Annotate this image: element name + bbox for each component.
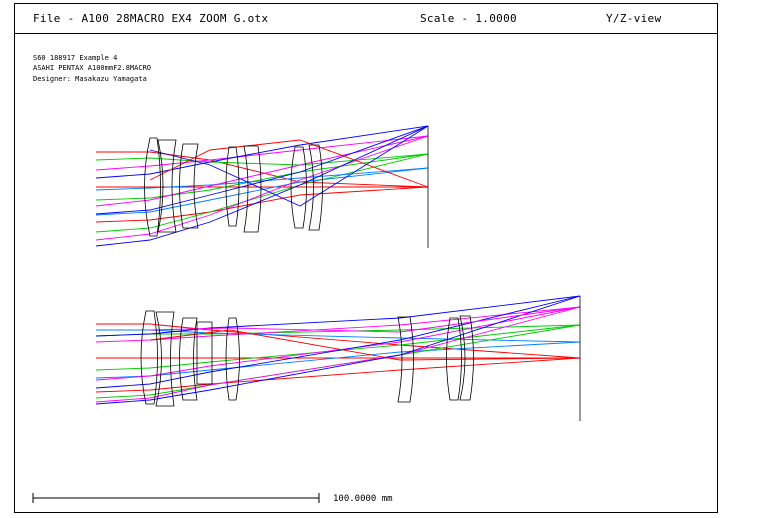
- lens-layout-window: File - A100 28MACRO EX4 ZOOM G.otx Scale…: [0, 0, 776, 518]
- lens-diagram: [32, 125, 581, 503]
- lens-element: [308, 144, 323, 231]
- ray-path: [95, 306, 581, 381]
- lens-element: [196, 321, 213, 385]
- ray-path: [95, 295, 581, 337]
- ray-fan-top: [95, 125, 429, 247]
- ray-path: [95, 186, 429, 223]
- scale-bar-label: 100.0000 mm: [333, 494, 393, 504]
- scale-bar: [32, 493, 320, 503]
- lens-element: [243, 145, 262, 233]
- ray-path: [95, 135, 429, 207]
- ray-path: [95, 357, 581, 393]
